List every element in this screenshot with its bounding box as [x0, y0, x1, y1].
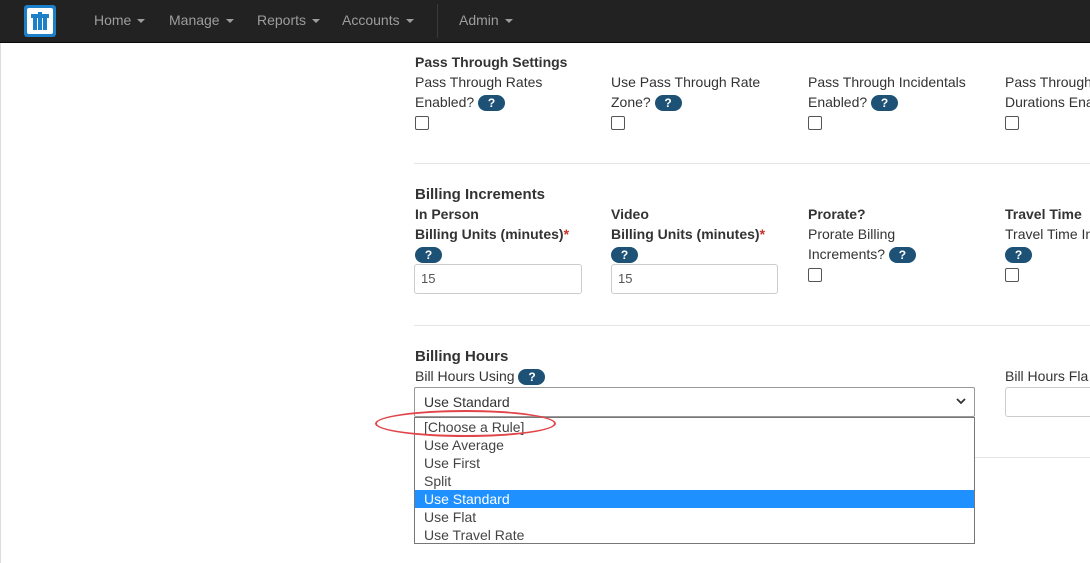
pass-through-zone-checkbox[interactable] — [611, 116, 625, 130]
nav-reports[interactable]: Reports — [257, 0, 321, 42]
option-use-flat[interactable]: Use Flat — [415, 508, 974, 526]
in-person-units-label: Billing Units (minutes)* — [415, 226, 570, 242]
option-use-standard[interactable]: Use Standard — [415, 490, 974, 508]
billing-increments-title: Billing Increments — [415, 186, 546, 203]
option-split[interactable]: Split — [415, 472, 974, 490]
caret-down-icon — [225, 19, 234, 24]
travel-time-heading: Travel Time — [1005, 206, 1082, 222]
pass-through-durations-checkbox[interactable] — [1005, 116, 1019, 130]
bill-hours-flat-label: Bill Hours Fla — [1005, 368, 1089, 384]
nav-admin[interactable]: Admin — [459, 0, 513, 42]
pass-through-incidentals-label: Pass Through Incidentals Enabled? ? — [808, 74, 966, 112]
prorate-heading: Prorate? — [808, 206, 866, 222]
bill-hours-using-label: Bill Hours Using ? — [415, 366, 546, 386]
pass-through-rates-checkbox[interactable] — [415, 116, 429, 130]
video-heading: Video — [611, 206, 649, 222]
top-navbar: Home Manage Reports Accounts Admin — [0, 0, 1090, 43]
caret-down-icon — [405, 19, 414, 24]
video-units-label: Billing Units (minutes)* — [611, 226, 766, 242]
pass-through-zone-label: Use Pass Through Rate Zone? ? — [611, 74, 761, 112]
nav-manage[interactable]: Manage — [169, 0, 234, 42]
caret-down-icon — [504, 19, 513, 24]
help-icon[interactable]: ? — [478, 95, 506, 112]
nav-divider — [437, 4, 438, 38]
bill-hours-flat-input[interactable] — [1005, 387, 1090, 417]
help-icon[interactable]: ? — [654, 95, 682, 112]
video-units-input[interactable]: 15 — [611, 264, 778, 294]
help-icon[interactable]: ? — [888, 247, 916, 264]
bill-hours-selected-value: Use Standard — [424, 394, 510, 410]
help-icon[interactable]: ? — [871, 95, 899, 112]
nav-accounts[interactable]: Accounts — [342, 0, 414, 42]
help-icon[interactable]: ? — [611, 247, 638, 264]
chevron-down-icon — [956, 398, 966, 405]
billing-hours-title: Billing Hours — [415, 348, 509, 365]
option-use-average[interactable]: Use Average — [415, 436, 974, 454]
caret-down-icon — [137, 19, 146, 24]
help-icon[interactable]: ? — [1005, 247, 1032, 264]
nav-home[interactable]: Home — [94, 0, 146, 42]
in-person-units-input[interactable]: 15 — [414, 264, 582, 294]
pass-through-title: Pass Through Settings — [415, 54, 568, 70]
option-use-first[interactable]: Use First — [415, 454, 974, 472]
section-divider — [414, 163, 1090, 164]
app-logo-icon[interactable] — [24, 5, 56, 37]
prorate-checkbox[interactable] — [808, 268, 822, 282]
pass-through-incidentals-checkbox[interactable] — [808, 116, 822, 130]
caret-down-icon — [312, 19, 321, 24]
option-use-travel-rate[interactable]: Use Travel Rate — [415, 526, 974, 544]
pass-through-durations-label: Pass Through Durations Ena — [1005, 74, 1090, 110]
section-divider — [414, 325, 1090, 326]
in-person-heading: In Person — [415, 206, 479, 222]
travel-time-label: Travel Time In — [1005, 226, 1090, 242]
annotation-highlight-ellipse — [375, 410, 556, 437]
help-icon[interactable]: ? — [518, 369, 546, 386]
help-icon[interactable]: ? — [415, 247, 442, 264]
prorate-label: Prorate Billing Increments? ? — [808, 224, 916, 264]
sidebar-border — [0, 43, 1, 563]
travel-time-checkbox[interactable] — [1005, 268, 1019, 282]
pass-through-rates-label: Pass Through Rates Enabled? ? — [415, 74, 543, 112]
